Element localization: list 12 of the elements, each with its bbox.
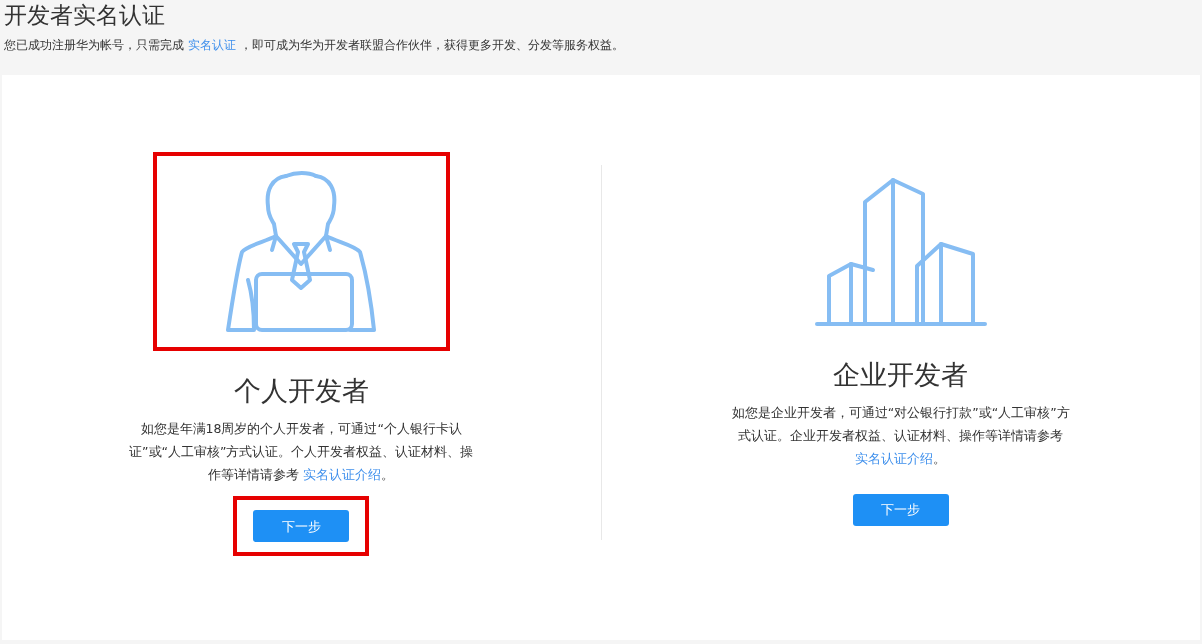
option-title: 企业开发者 bbox=[833, 358, 969, 391]
page-title: 开发者实名认证 bbox=[4, 1, 166, 30]
option-description: 如您是年满18周岁的个人开发者，可通过“个人银行卡认证”或“人工审核”方式认证。个人开发者权益、认证材料、操作等详情请参考 实名认证介绍。 bbox=[128, 420, 475, 485]
verification-link[interactable]: 实名认证 bbox=[187, 38, 236, 52]
intro-link[interactable]: 实名认证介绍 bbox=[855, 451, 934, 466]
next-button[interactable]: 下一步 bbox=[852, 494, 949, 526]
option-title: 个人开发者 bbox=[233, 375, 369, 408]
intro-text: 您已成功注册华为帐号，只需完成 实名认证 ，即可成为华为开发者联盟合作伙伴，获得更多开发、分发等服务权益。 bbox=[4, 37, 625, 54]
intro-link[interactable]: 实名认证介绍 bbox=[303, 467, 382, 483]
option-description: 如您是企业开发者，可通过“对公银行打款”或“人工审核”方式认证。企业开发者权益、认证材料、操作等详情请参考 实名认证介绍。 bbox=[730, 404, 1071, 468]
next-button[interactable]: 下一步 bbox=[253, 510, 350, 543]
person-laptop-icon bbox=[224, 169, 379, 334]
